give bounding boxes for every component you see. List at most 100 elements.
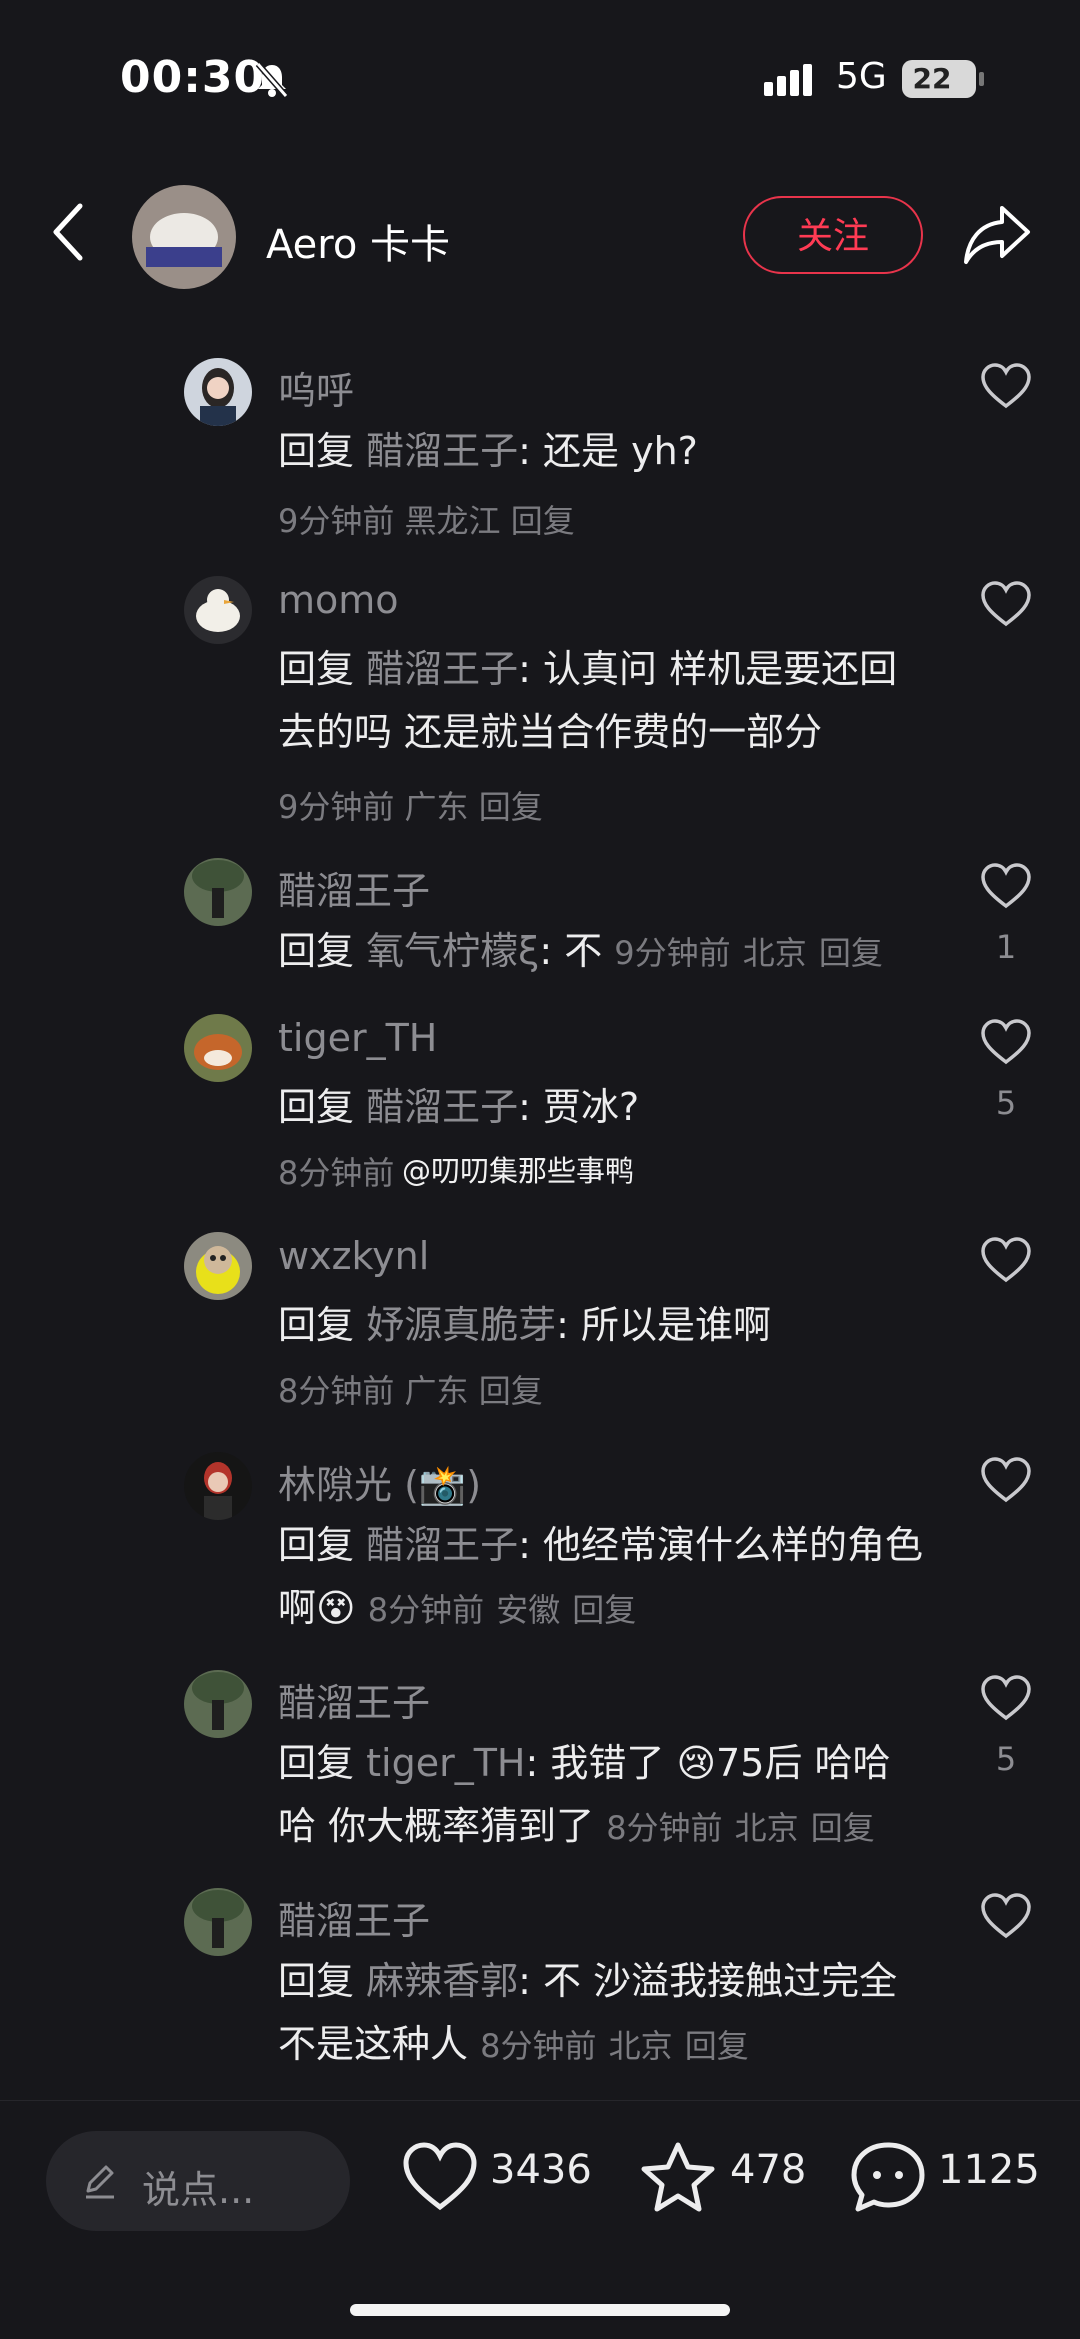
commenter-name[interactable]: 林隙光 (📸) — [278, 1454, 481, 1509]
comment-location: 黑龙江 — [404, 502, 501, 540]
reply-label: 回复 — [278, 1741, 355, 1785]
reply-label: 回复 — [278, 1303, 355, 1347]
comment-location: 北京 — [734, 1809, 799, 1847]
commenter-avatar[interactable] — [184, 1452, 252, 1520]
reply-label: 回复 — [278, 429, 355, 473]
like-count: 5 — [995, 1084, 1017, 1122]
reply-to-user[interactable]: 醋溜王子 — [366, 429, 518, 473]
heart-icon[interactable] — [980, 580, 1032, 628]
comment-location: 安徽 — [496, 1591, 561, 1629]
comment-time: 8分钟前 — [606, 1809, 723, 1847]
reply-to-user[interactable]: 醋溜王子 — [366, 647, 518, 691]
commenter-avatar[interactable] — [184, 358, 252, 426]
comment-text: 回复 妤源真脆芽: 所以是谁啊 — [278, 1294, 928, 1357]
commenter-avatar[interactable] — [184, 1232, 252, 1300]
comment-location: 北京 — [742, 934, 807, 972]
comment-text: 回复 麻辣香郭: 不 沙溢我接触过完全不是这种人 8分钟前 北京 回复 — [278, 1950, 928, 2078]
comment-content: : 还是 yh? — [518, 429, 698, 473]
reply-label: 回复 — [278, 929, 355, 973]
battery-level: 22 — [912, 62, 952, 95]
commenter-name[interactable]: 醋溜王子 — [278, 860, 430, 915]
commenter-avatar[interactable] — [184, 576, 252, 644]
reply-button[interactable]: 回复 — [811, 1809, 875, 1847]
comment-location: 北京 — [608, 2027, 673, 2065]
commenter-name[interactable]: 呜呼 — [278, 360, 354, 415]
status-bar: 00:30 5G 22 — [0, 0, 1080, 160]
heart-icon[interactable] — [402, 2141, 478, 2213]
comment-meta: 9分钟前 广东 回复 — [278, 782, 543, 828]
like-total: 3436 — [490, 2147, 592, 2193]
comment-location: 广东 — [404, 788, 469, 826]
commenter-name[interactable]: 醋溜王子 — [278, 1890, 430, 1945]
comment-location: 广东 — [404, 1372, 469, 1410]
commenter-name[interactable]: tiger_TH — [278, 1016, 437, 1060]
reply-label: 回复 — [278, 1085, 355, 1129]
reply-to-user[interactable]: tiger_TH — [366, 1741, 525, 1785]
commenter-name[interactable]: wxzkynl — [278, 1234, 429, 1278]
reply-label: 回复 — [278, 1959, 355, 2003]
comment-input[interactable]: 说点... — [46, 2131, 350, 2231]
comment-time: 9分钟前 — [278, 788, 395, 826]
comment-time: 8分钟前 — [278, 1372, 395, 1410]
commenter-name[interactable]: momo — [278, 578, 399, 622]
battery-indicator: 22 — [902, 60, 984, 98]
home-indicator[interactable] — [350, 2304, 730, 2316]
author-avatar[interactable] — [132, 185, 236, 289]
follow-button[interactable]: 关注 — [743, 196, 923, 274]
favorite-total: 478 — [730, 2147, 807, 2193]
heart-icon[interactable] — [980, 862, 1032, 910]
commenter-avatar[interactable] — [184, 858, 252, 926]
heart-icon[interactable] — [980, 1018, 1032, 1066]
heart-icon[interactable] — [980, 1236, 1032, 1284]
reply-button[interactable]: 回复 — [819, 934, 883, 972]
reply-to-user[interactable]: 氧气柠檬ξ — [366, 929, 539, 973]
comment-time: 8分钟前 — [278, 1154, 395, 1192]
watermark: @叨叨集那些事鸭 — [402, 1154, 635, 1188]
reply-button[interactable]: 回复 — [511, 502, 575, 540]
reply-label: 回复 — [278, 647, 355, 691]
share-icon[interactable] — [962, 202, 1032, 266]
comment-meta: 8分钟前 — [278, 1148, 394, 1194]
like-count: 5 — [995, 1740, 1017, 1778]
heart-icon[interactable] — [980, 362, 1032, 410]
comment-text: 回复 tiger_TH: 我错了 😢75后 哈哈哈 你大概率猜到了 8分钟前 北… — [278, 1732, 928, 1860]
star-icon[interactable] — [640, 2141, 716, 2213]
commenter-name[interactable]: 醋溜王子 — [278, 1672, 430, 1727]
comment-time: 8分钟前 — [367, 1591, 485, 1629]
reply-button[interactable]: 回复 — [572, 1591, 636, 1629]
comment-text: 回复 醋溜王子: 认真问 样机是要还回去的吗 还是就当合作费的一部分 — [278, 638, 928, 764]
status-time: 00:30 — [120, 52, 266, 103]
reply-button[interactable]: 回复 — [479, 788, 543, 826]
author-name[interactable]: Aero 卡卡 — [266, 212, 450, 270]
comment-bubble-icon[interactable] — [850, 2141, 926, 2213]
comment-text: 回复 醋溜王子: 他经常演什么样的角色啊😵 8分钟前 安徽 回复 — [278, 1514, 928, 1642]
back-arrow-icon[interactable] — [46, 200, 94, 264]
pencil-icon — [86, 2165, 114, 2199]
header: Aero 卡卡 关注 — [0, 170, 1080, 300]
comment-content: : 所以是谁啊 — [556, 1303, 772, 1347]
reply-label: 回复 — [278, 1523, 355, 1567]
commenter-avatar[interactable] — [184, 1014, 252, 1082]
comment-text: 回复 氧气柠檬ξ: 不 9分钟前 北京 回复 — [278, 920, 968, 985]
reply-to-user[interactable]: 麻辣香郭 — [366, 1959, 518, 2003]
network-type: 5G — [836, 56, 887, 97]
commenter-avatar[interactable] — [184, 1670, 252, 1738]
comment-meta: 9分钟前 黑龙江 回复 — [278, 496, 575, 542]
reply-button[interactable]: 回复 — [685, 2027, 749, 2065]
comment-text: 回复 醋溜王子: 贾冰? — [278, 1076, 928, 1139]
comment-time: 9分钟前 — [278, 502, 395, 540]
commenter-avatar[interactable] — [184, 1888, 252, 1956]
comment-time: 9分钟前 — [614, 934, 731, 972]
heart-icon[interactable] — [980, 1456, 1032, 1504]
reply-button[interactable]: 回复 — [479, 1372, 543, 1410]
bell-muted-icon — [255, 62, 289, 98]
signal-icon — [764, 64, 812, 96]
heart-icon[interactable] — [980, 1674, 1032, 1722]
reply-to-user[interactable]: 醋溜王子 — [366, 1523, 518, 1567]
comment-content: : 贾冰? — [518, 1085, 640, 1129]
comment-text: 回复 醋溜王子: 还是 yh? — [278, 420, 928, 483]
like-count: 1 — [995, 928, 1017, 966]
reply-to-user[interactable]: 醋溜王子 — [366, 1085, 518, 1129]
heart-icon[interactable] — [980, 1892, 1032, 1940]
reply-to-user[interactable]: 妤源真脆芽 — [366, 1303, 556, 1347]
